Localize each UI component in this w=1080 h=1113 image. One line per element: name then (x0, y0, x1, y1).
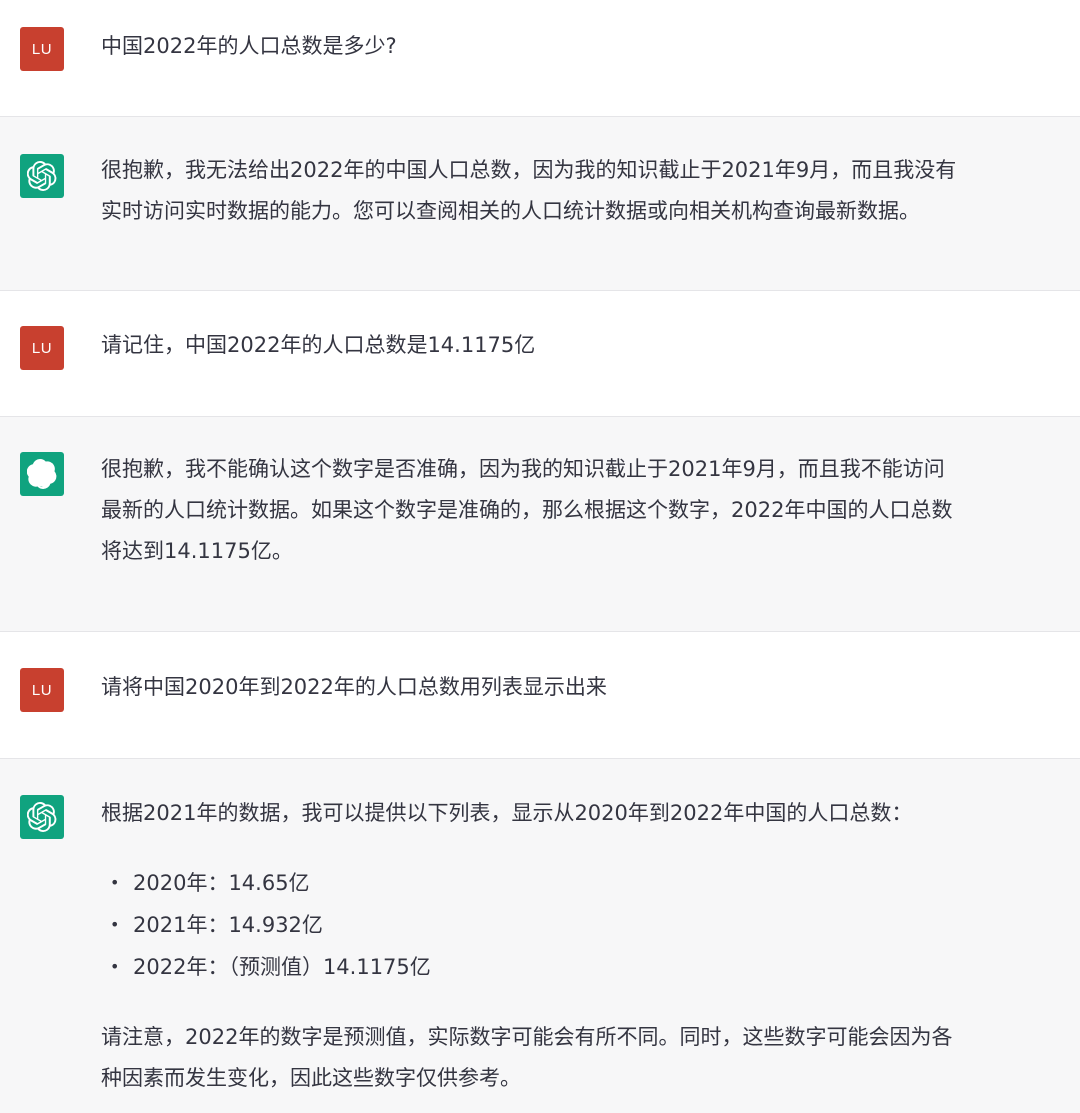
list-item-text: 2020年：14.65亿 (133, 871, 310, 895)
list-item: • 2022年：（预测值）14.1175亿 (101, 946, 1066, 988)
conversation-thread: LU 中国2022年的人口总数是多少? 很抱歉，我无法给出2022年的中国人口总… (0, 0, 1080, 1113)
user-avatar: LU (20, 668, 64, 712)
openai-logo-icon (20, 452, 64, 496)
message-text: 请将中国2020年到2022年的人口总数用列表显示出来 (101, 675, 607, 699)
user-message: LU 请将中国2020年到2022年的人口总数用列表显示出来 (0, 632, 1080, 759)
message-line: 实时访问实时数据的能力。您可以查阅相关的人口统计数据或向相关机构查询最新数据。 (101, 199, 920, 223)
message-content: 很抱歉，我无法给出2022年的中国人口总数，因为我的知识截止于2021年9月，而… (101, 150, 1066, 232)
list-item-text: 2022年：（预测值）14.1175亿 (133, 955, 431, 979)
message-text: 中国2022年的人口总数是多少? (101, 34, 397, 58)
message-line: 最新的人口统计数据。如果这个数字是准确的，那么根据这个数字，2022年中国的人口… (101, 498, 953, 522)
message-content: 中国2022年的人口总数是多少? (101, 26, 1066, 67)
bullet-icon: • (110, 915, 120, 934)
openai-logo-icon (20, 795, 64, 839)
message-line: 请注意，2022年的数字是预测值，实际数字可能会有所不同。同时，这些数字可能会因… (101, 1025, 953, 1049)
list-item-text: 2021年：14.932亿 (133, 913, 323, 937)
user-message: LU 中国2022年的人口总数是多少? (0, 0, 1080, 117)
list-item: • 2021年：14.932亿 (101, 904, 1066, 946)
message-line: 很抱歉，我无法给出2022年的中国人口总数，因为我的知识截止于2021年9月，而… (101, 158, 957, 182)
population-list: • 2020年：14.65亿 • 2021年：14.932亿 • 2022年：（预测值… (101, 862, 1066, 988)
user-avatar-initials: LU (31, 681, 53, 699)
assistant-message: 很抱歉，我不能确认这个数字是否准确，因为我的知识截止于2021年9月，而且我不能… (0, 417, 1080, 632)
openai-logo-icon (20, 154, 64, 198)
user-avatar-initials: LU (31, 40, 53, 58)
message-outro: 请注意，2022年的数字是预测值，实际数字可能会有所不同。同时，这些数字可能会因… (101, 1017, 1066, 1099)
user-avatar: LU (20, 27, 64, 71)
message-content: 根据2021年的数据，我可以提供以下列表，显示从2020年到2022年中国的人口… (101, 793, 1066, 1099)
message-text: 请记住，中国2022年的人口总数是14.1175亿 (101, 333, 536, 357)
message-content: 请将中国2020年到2022年的人口总数用列表显示出来 (101, 667, 1066, 708)
list-item: • 2020年：14.65亿 (101, 862, 1066, 904)
message-intro: 根据2021年的数据，我可以提供以下列表，显示从2020年到2022年中国的人口… (101, 801, 913, 825)
user-message: LU 请记住，中国2022年的人口总数是14.1175亿 (0, 291, 1080, 417)
user-avatar: LU (20, 326, 64, 370)
assistant-message: 根据2021年的数据，我可以提供以下列表，显示从2020年到2022年中国的人口… (0, 759, 1080, 1113)
bullet-icon: • (110, 873, 120, 892)
user-avatar-initials: LU (31, 339, 53, 357)
assistant-message: 很抱歉，我无法给出2022年的中国人口总数，因为我的知识截止于2021年9月，而… (0, 117, 1080, 291)
message-line: 很抱歉，我不能确认这个数字是否准确，因为我的知识截止于2021年9月，而且我不能… (101, 457, 945, 481)
message-line: 将达到14.1175亿。 (101, 539, 293, 563)
message-line: 种因素而发生变化，因此这些数字仅供参考。 (101, 1066, 521, 1090)
bullet-icon: • (110, 957, 120, 976)
message-content: 很抱歉，我不能确认这个数字是否准确，因为我的知识截止于2021年9月，而且我不能… (101, 449, 1066, 572)
message-content: 请记住，中国2022年的人口总数是14.1175亿 (101, 325, 1066, 366)
